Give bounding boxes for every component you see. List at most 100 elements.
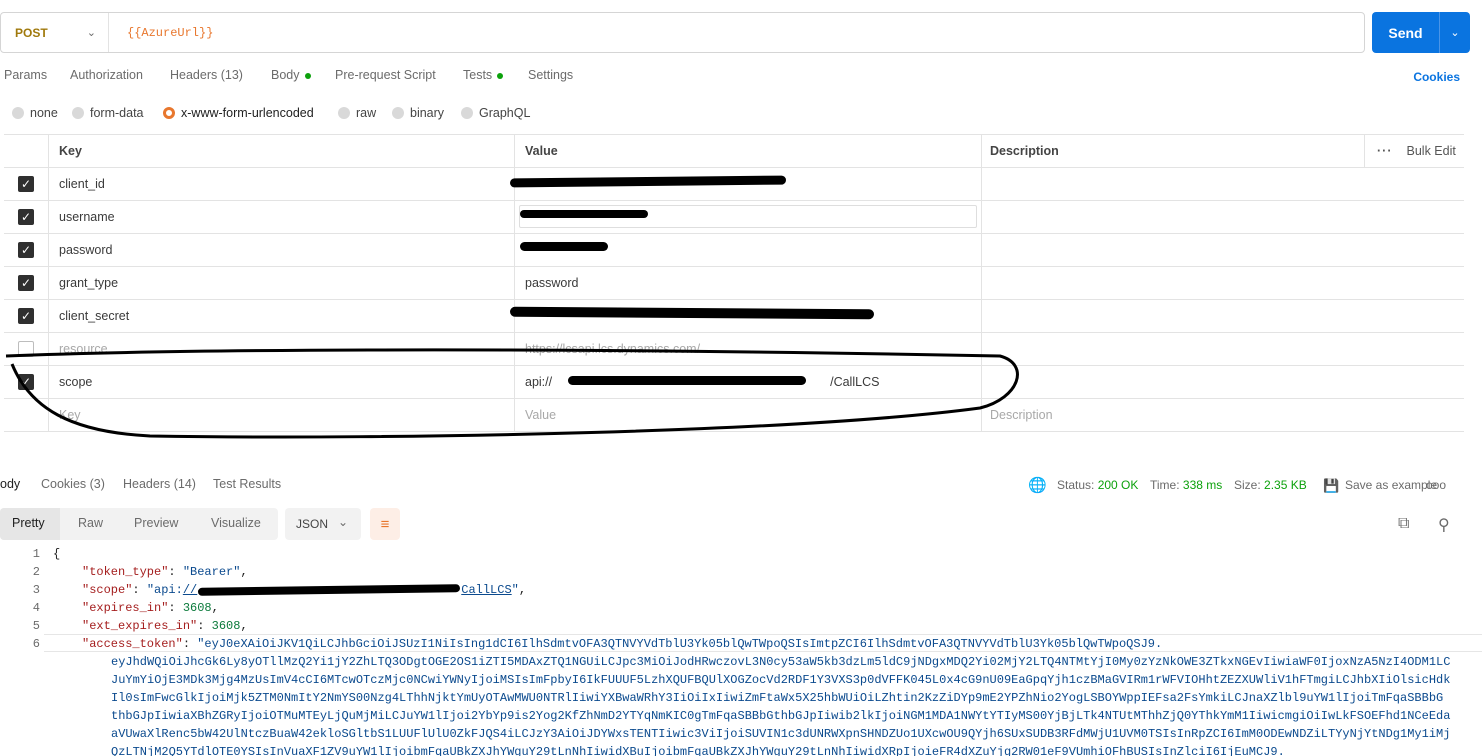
send-button[interactable]: Send ⌄ <box>1372 12 1470 53</box>
globe-icon[interactable]: 🌐 <box>1028 476 1047 494</box>
more-icon: ··· <box>1377 144 1393 158</box>
checkbox-checked-icon[interactable]: ✓ <box>18 176 34 192</box>
row-key[interactable]: client_id <box>49 168 515 200</box>
row-key[interactable]: username <box>49 201 515 233</box>
json-link[interactable]: CallLCS <box>461 583 511 597</box>
copy-icon[interactable]: ⧉ <box>1398 515 1409 533</box>
tab-tests[interactable]: Tests <box>463 68 504 82</box>
json-string: "eyJ0eXAiOiJKV1QiLCJhbGciOiJSUzI1NiIsIng… <box>197 637 1163 651</box>
search-icon[interactable]: ⚲ <box>1438 515 1450 535</box>
size-info: Size: 2.35 KB <box>1234 478 1307 492</box>
radio-raw[interactable]: raw <box>338 106 376 120</box>
checkbox-checked-icon[interactable]: ✓ <box>18 242 34 258</box>
view-preview[interactable]: Preview <box>134 516 178 530</box>
radio-x-www-form-urlencoded[interactable]: x-www-form-urlencoded <box>163 106 314 120</box>
wrap-lines-icon[interactable]: ≡ <box>370 508 400 540</box>
redaction-mark <box>520 242 608 251</box>
tab-pre-request-script[interactable]: Pre-request Script <box>335 68 436 82</box>
response-tab-cookies[interactable]: Cookies (3) <box>41 477 105 491</box>
table-row: ✓ grant_type password <box>4 267 1464 300</box>
radio-circle-icon <box>338 107 350 119</box>
bulk-edit-button[interactable]: ··· Bulk Edit <box>1364 135 1456 167</box>
row-description[interactable] <box>982 201 1464 233</box>
radio-none[interactable]: none <box>12 106 58 120</box>
token-continuation: Il0sImFwcGlkIjoiMjk5ZTM0NmItY2NmYS00Nzg4… <box>111 691 1444 705</box>
header-description: Description ··· Bulk Edit <box>982 135 1464 167</box>
code-line: "scope": "api://CallLCS", <box>82 583 527 597</box>
bulk-edit-label: Bulk Edit <box>1406 144 1456 158</box>
checkbox-checked-icon[interactable]: ✓ <box>18 308 34 324</box>
json-key: "expires_in" <box>82 601 169 615</box>
tab-body[interactable]: Body <box>271 68 311 82</box>
header-value: Value <box>515 135 982 167</box>
line-number: 1 <box>32 547 40 561</box>
json-number: 3608 <box>211 619 241 633</box>
format-label: JSON <box>296 517 329 531</box>
row-checkbox-cell: ✓ <box>4 267 49 299</box>
code-line: "token_type": "Bearer", <box>82 565 248 579</box>
method-select[interactable]: POST ⌄ <box>1 13 109 52</box>
code-line: { <box>53 547 61 561</box>
time-value: 338 ms <box>1182 478 1223 492</box>
line-number: 5 <box>32 619 40 633</box>
row-description[interactable] <box>982 234 1464 266</box>
tab-authorization[interactable]: Authorization <box>70 68 143 82</box>
radio-label: binary <box>410 106 445 120</box>
view-visualize[interactable]: Visualize <box>211 516 261 530</box>
row-key[interactable]: grant_type <box>49 267 515 299</box>
checkbox-checked-icon[interactable]: ✓ <box>18 275 34 291</box>
time-info: Time: 338 ms <box>1150 478 1222 492</box>
json-key: "token_type" <box>82 565 169 579</box>
status-value: 200 OK <box>1097 478 1139 492</box>
new-description-input[interactable]: Description <box>982 399 1464 431</box>
radio-circle-icon <box>392 107 404 119</box>
row-checkbox-cell: ✓ <box>4 300 49 332</box>
row-description[interactable] <box>982 267 1464 299</box>
view-mode-segment: Pretty Raw Preview Visualize <box>0 508 278 540</box>
code-line: "expires_in": 3608, <box>82 601 219 615</box>
line-number: 6 <box>32 637 40 651</box>
response-tab-body[interactable]: ody <box>0 477 20 491</box>
row-value[interactable]: password <box>515 267 982 299</box>
row-description[interactable] <box>982 333 1464 365</box>
token-continuation: thbGJpIiwiaXBhZGRyIjoiOTMuMTEyLjQuMjMiLC… <box>111 709 1451 723</box>
tab-params[interactable]: Params <box>4 68 47 82</box>
row-description[interactable] <box>982 168 1464 200</box>
table-header-row: Key Value Description ··· Bulk Edit <box>4 135 1464 168</box>
json-link[interactable]: // <box>183 583 197 597</box>
send-label: Send <box>1388 24 1423 41</box>
json-key: "access_token" <box>82 637 183 651</box>
view-pretty[interactable]: Pretty <box>12 516 45 530</box>
tab-headers[interactable]: Headers (13) <box>170 68 243 82</box>
code-line: "access_token": "eyJ0eXAiOiJKV1QiLCJhbGc… <box>82 637 1163 651</box>
size-value: 2.35 KB <box>1264 478 1307 492</box>
row-description[interactable] <box>982 366 1464 398</box>
response-tab-test-results[interactable]: Test Results <box>213 477 281 491</box>
radio-graphql[interactable]: GraphQL <box>461 106 530 120</box>
url-input[interactable]: {{AzureUrl}} <box>109 26 213 40</box>
tests-indicator-dot-icon <box>497 72 504 79</box>
radio-binary[interactable]: binary <box>392 106 444 120</box>
radio-selected-icon <box>163 107 175 119</box>
line-number: 3 <box>32 583 40 597</box>
checkbox-checked-icon[interactable]: ✓ <box>18 209 34 225</box>
more-options-icon[interactable]: ooo <box>1426 478 1446 492</box>
radio-label: raw <box>356 106 377 120</box>
tab-settings[interactable]: Settings <box>528 68 573 82</box>
json-string: "Bearer" <box>182 565 241 579</box>
radio-label: none <box>30 106 58 120</box>
cookies-link[interactable]: Cookies <box>1413 70 1460 84</box>
radio-label: GraphQL <box>479 106 531 120</box>
time-label: Time: <box>1150 478 1180 492</box>
save-as-example-button[interactable]: Save as example <box>1345 478 1437 492</box>
format-select[interactable]: JSON ⌄ <box>285 508 361 540</box>
row-key[interactable]: client_secret <box>49 300 515 332</box>
row-description[interactable] <box>982 300 1464 332</box>
response-tab-headers[interactable]: Headers (14) <box>123 477 196 491</box>
send-dropdown-chevron-icon[interactable]: ⌄ <box>1439 12 1470 53</box>
radio-form-data[interactable]: form-data <box>72 106 144 120</box>
view-raw[interactable]: Raw <box>78 516 103 530</box>
row-key[interactable]: password <box>49 234 515 266</box>
json-string: "api: <box>146 583 183 597</box>
status-info: Status: 200 OK <box>1057 478 1138 492</box>
